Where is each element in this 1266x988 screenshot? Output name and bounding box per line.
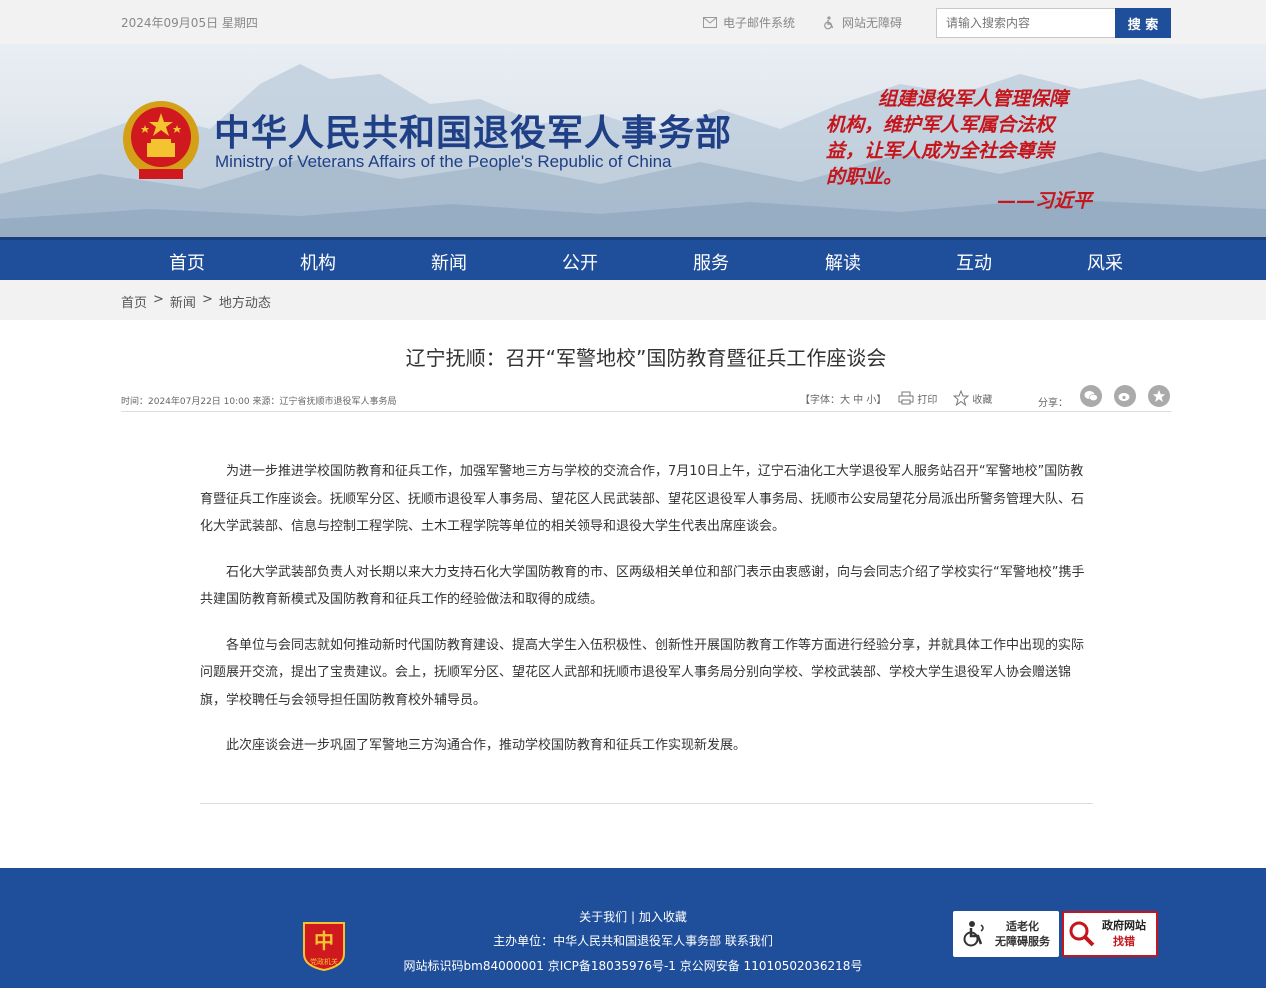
quote-line: 益，让军人成为全社会尊崇 (826, 140, 1055, 162)
breadcrumb-bar: 首页 > 新闻 > 地方动态 (0, 280, 1266, 320)
quote-line: 机构，维护军人军属合法权 (826, 114, 1055, 136)
nav-item-organization[interactable]: 机构 (278, 249, 358, 275)
current-date: 2024年09月05日 星期四 (121, 16, 258, 30)
nav-item-news[interactable]: 新闻 (409, 249, 489, 275)
aged-badge-line: 无障碍服务 (995, 935, 1050, 948)
national-emblem-icon (123, 101, 199, 179)
header-banner: 中华人民共和国退役军人事务部 Ministry of Veterans Affa… (0, 44, 1266, 237)
email-system-link[interactable]: 电子邮件系统 (703, 14, 795, 31)
wheelchair-icon (963, 921, 984, 947)
star-icon (953, 390, 970, 406)
article-tools: 【字体：大 中 小】 打印 收藏 (800, 390, 1008, 406)
article-paragraph: 为进一步推进学校国防教育和征兵工作，加强军警地三方与学校的交流合作，7月10日上… (200, 464, 1085, 534)
email-system-label: 电子邮件系统 (723, 16, 796, 30)
aged-badge-line: 适老化 (1006, 920, 1039, 933)
magnifier-icon (1069, 921, 1095, 947)
breadcrumb-home[interactable]: 首页 (121, 292, 147, 311)
breadcrumb-separator: > (153, 292, 164, 307)
article-paragraph: 各单位与会同志就如何推动新时代国防教育建设、提高大学生入伍积极性、创新性开展国防… (200, 637, 1085, 708)
wechat-share-icon[interactable] (1080, 385, 1102, 407)
font-size-selector[interactable]: 【字体：大 中 小】 (800, 391, 886, 406)
favorite-label: 收藏 (972, 394, 993, 406)
accessibility-link[interactable]: 网站无障碍 (822, 14, 902, 31)
weibo-share-icon[interactable] (1114, 385, 1136, 407)
footer-icp: 网站标识码bm84000001 京ICP备18035976号-1 京公网安备 1… (403, 959, 863, 973)
article-paragraph: 此次座谈会进一步巩固了军警地三方沟通合作，推动学校国防教育和征兵工作实现新发展。 (226, 738, 747, 753)
breadcrumb: 首页 > 新闻 > 地方动态 (121, 292, 271, 311)
main-nav: 首页 机构 新闻 公开 服务 解读 互动 风采 (0, 237, 1266, 280)
leader-quote: 组建退役军人管理保障 机构，维护军人军属合法权 益，让军人成为全社会尊崇 的职业… (826, 86, 1126, 190)
print-label: 打印 (917, 394, 938, 406)
gov-badge-line: 找错 (1113, 935, 1135, 948)
article-meta: 时间：2024年07月22日 10:00 来源：辽宁省抚顺市退役军人事务局 (121, 397, 397, 407)
search-button[interactable]: 搜 索 (1115, 8, 1171, 38)
gov-badge-line: 政府网站 (1102, 919, 1146, 932)
breadcrumb-separator: > (201, 292, 213, 307)
print-button[interactable]: 打印 (898, 391, 937, 406)
nav-item-interaction[interactable]: 互动 (934, 249, 1014, 275)
breadcrumb-local-news[interactable]: 地方动态 (219, 292, 271, 311)
search-input[interactable] (936, 8, 1116, 38)
quote-author: ——习近平 (997, 190, 1093, 212)
breadcrumb-news[interactable]: 新闻 (170, 292, 196, 311)
article-paragraph: 石化大学武装部负责人对长期以来大力支持石化大学国防教育的市、区两级相关单位和部门… (200, 564, 1085, 608)
accessibility-icon (824, 15, 834, 29)
share-label: 分享： (1038, 398, 1068, 409)
site-title-english: Ministry of Veterans Affairs of the Peop… (215, 152, 672, 171)
article-body: 为进一步推进学校国防教育和征兵工作，加强军警地三方与学校的交流合作，7月10日上… (200, 458, 1093, 778)
accessibility-label: 网站无障碍 (842, 16, 903, 30)
gov-site-error-badge[interactable]: 政府网站 找错 (1062, 911, 1158, 957)
share-icons (1080, 385, 1170, 407)
nav-item-style[interactable]: 风采 (1065, 249, 1145, 275)
nav-item-public[interactable]: 公开 (540, 249, 620, 275)
nav-item-home[interactable]: 首页 (147, 249, 227, 275)
nav-item-interpretation[interactable]: 解读 (803, 249, 883, 275)
printer-icon (898, 391, 914, 405)
aged-accessibility-badge[interactable]: 适老化 无障碍服务 (953, 911, 1059, 957)
article-title: 辽宁抚顺：召开“军警地校”国防教育暨征兵工作座谈会 (405, 346, 887, 370)
nav-item-service[interactable]: 服务 (671, 249, 751, 275)
meta-divider (121, 411, 1171, 412)
article-end-divider (200, 803, 1093, 804)
top-bar: 2024年09月05日 星期四 电子邮件系统 网站无障碍 搜 索 (0, 0, 1266, 44)
mail-icon (703, 17, 717, 28)
site-title-chinese: 中华人民共和国退役军人事务部 (214, 112, 733, 154)
quote-line: 组建退役军人管理保障 (878, 88, 1069, 110)
footer: 中 党政机关 关于我们 | 加入收藏 主办单位：中华人民共和国退役军人事务部 联… (0, 868, 1266, 988)
qzone-share-icon[interactable] (1148, 385, 1170, 407)
favorite-button[interactable]: 收藏 (953, 390, 992, 406)
